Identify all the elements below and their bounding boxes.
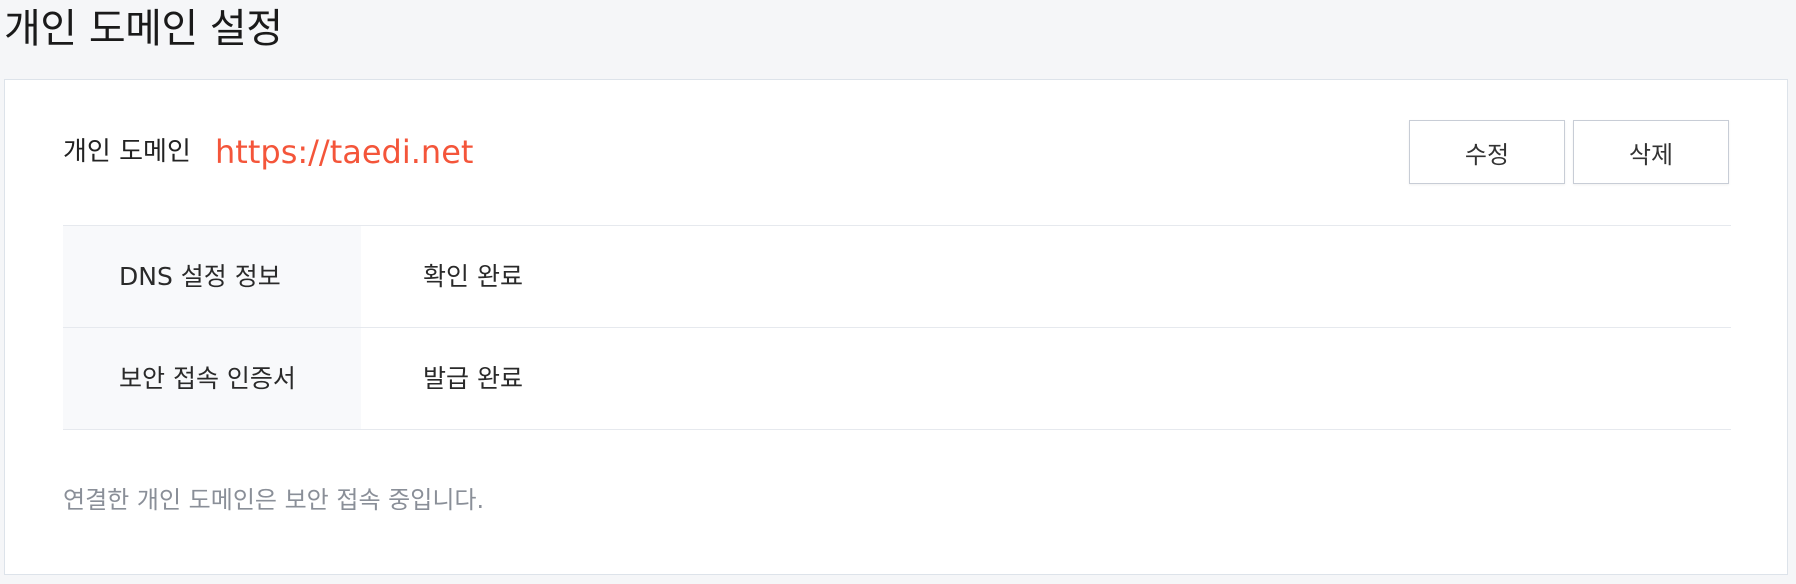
certificate-value: 발급 완료 <box>423 364 523 393</box>
dns-settings-value: 확인 완료 <box>423 262 523 291</box>
page-title: 개인 도메인 설정 <box>4 6 283 52</box>
domain-settings-card: 개인 도메인 https://taedi.net 수정 삭제 DNS 설정 정보… <box>4 79 1788 575</box>
delete-button[interactable]: 삭제 <box>1573 120 1729 184</box>
info-row-certificate: 보안 접속 인증서 발급 완료 <box>63 328 1731 430</box>
dns-settings-label: DNS 설정 정보 <box>63 226 361 327</box>
domain-info-table: DNS 설정 정보 확인 완료 보안 접속 인증서 발급 완료 <box>63 225 1731 430</box>
certificate-label: 보안 접속 인증서 <box>63 328 361 429</box>
secure-connection-note: 연결한 개인 도메인은 보안 접속 중입니다. <box>63 486 485 514</box>
domain-label: 개인 도메인 <box>63 137 191 167</box>
domain-url-link[interactable]: https://taedi.net <box>215 120 473 184</box>
info-row-dns: DNS 설정 정보 확인 완료 <box>63 226 1731 328</box>
edit-button[interactable]: 수정 <box>1409 120 1565 184</box>
domain-header: 개인 도메인 https://taedi.net 수정 삭제 <box>63 120 1729 184</box>
